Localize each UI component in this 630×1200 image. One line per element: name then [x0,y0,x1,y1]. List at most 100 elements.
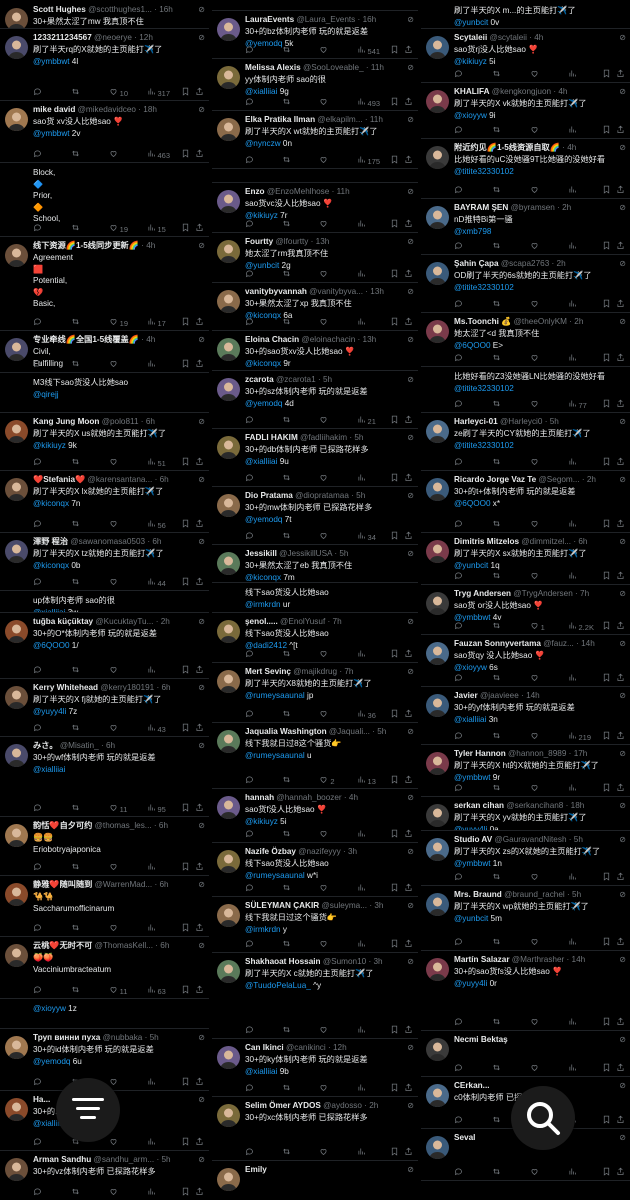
display-name[interactable]: 线下资源🌈1-5线同步更新🌈 [33,241,139,250]
grok-icon[interactable]: ⊘ [619,889,626,900]
reply-button[interactable] [454,457,465,468]
like-button[interactable] [319,649,330,660]
user-handle[interactable]: @kerry180191 [100,683,154,692]
bookmark-button[interactable] [602,872,611,883]
reply-button[interactable] [454,185,465,196]
tweet-card[interactable]: Mrs. Braund @braund_rachel · 5h ⊘ 刷了半天的X w… [421,885,630,951]
user-handle[interactable]: @scapa2763 [501,259,549,268]
views-button[interactable]: 463 [147,149,170,160]
like-button[interactable] [530,457,541,468]
timestamp[interactable]: 6h [159,821,168,830]
like-button[interactable] [530,1017,541,1028]
views-button[interactable]: 34 [357,531,376,542]
avatar[interactable] [5,1158,28,1181]
retweet-button[interactable] [282,473,293,484]
reply-button[interactable] [454,872,465,883]
share-button[interactable] [404,829,413,840]
bookmark-button[interactable] [602,353,611,364]
reply-button[interactable] [245,219,256,230]
like-button[interactable]: 10 [109,87,128,98]
avatar[interactable] [217,1046,240,1069]
display-name[interactable]: Studio AV [454,835,492,844]
timestamp[interactable]: 16h [363,15,377,24]
avatar[interactable] [217,1104,240,1127]
tweet-card[interactable]: Dimitris Mitzelos @dimmitzel... · 6h ⊘ 刷了半… [421,532,630,585]
tweet-card[interactable]: Eloina Chacin @eloinachacin · 13h ⊘ 30+的sa… [212,330,418,371]
reply-button[interactable] [33,223,44,234]
reply-button[interactable] [33,1137,44,1148]
share-button[interactable] [616,1063,625,1074]
tweet-card[interactable]: Harleyci-01 @Harleyci0 · 5h ⊘ ze刷了半天的CY就她的… [421,412,630,471]
views-button[interactable]: 21 [357,415,376,426]
reply-button[interactable] [454,1017,465,1028]
reply-button[interactable] [454,299,465,310]
tweet-card[interactable]: up体制内老师 sao的很 @xialliiai 3w [0,590,209,613]
tweet-card[interactable]: serkan cihan @serkancihan8 · 18h ⊘ 刷了半天的X … [421,796,630,831]
reply-button[interactable] [245,531,256,542]
share-button[interactable] [195,457,204,468]
bookmark-button[interactable] [602,1167,611,1178]
tweet-card[interactable]: şenol..... @EnolYusuf · 7h ⊘ 线下sao货没人比她sao… [212,612,418,663]
display-name[interactable]: Mrs. Braund [454,890,502,899]
reply-button[interactable] [33,317,44,328]
display-name[interactable]: Mert Sevinç [245,667,291,676]
reply-button[interactable] [245,97,256,108]
tweet-card[interactable]: Nazife Özbay @nazifeyyy · 3h ⊘ 线下sao货没人比她s… [212,842,418,897]
display-name[interactable]: şenol..... [245,617,278,626]
grok-icon[interactable]: ⊘ [619,536,626,547]
bookmark-button[interactable] [390,531,399,542]
reply-button[interactable] [33,985,44,996]
like-button[interactable] [109,862,120,873]
mention-link[interactable]: @irmkrdn [245,925,281,934]
retweet-button[interactable] [492,353,503,364]
bookmark-button[interactable] [181,577,190,588]
views-button[interactable] [568,937,579,948]
timestamp[interactable]: 4h [146,241,155,250]
bookmark-button[interactable] [602,1115,611,1126]
user-handle[interactable]: @eloinachacin [301,335,355,344]
timestamp[interactable]: 2h [587,475,596,484]
grok-icon[interactable]: ⊘ [619,142,626,153]
display-name[interactable]: 1233211234567 [33,33,92,42]
mention-link[interactable]: @xmb798 [454,227,491,236]
mention-link[interactable]: @xioyyw [454,111,487,120]
retweet-button[interactable] [492,457,503,468]
mention-link[interactable]: @xialliiai [454,715,486,724]
display-name[interactable]: BAYRAM ŞEN [454,203,508,212]
views-button[interactable]: 17 [147,317,166,328]
display-name[interactable]: Scytaleii [454,33,487,42]
avatar[interactable] [217,240,240,263]
grok-icon[interactable]: ⊘ [407,616,414,627]
like-button[interactable] [319,473,330,484]
reply-button[interactable] [454,673,465,684]
views-button[interactable]: 63 [147,985,166,996]
tweet-card[interactable]: Necmi Bektaş ⊘ [421,1030,630,1077]
user-handle[interactable]: @diopratamaa [295,491,349,500]
like-button[interactable] [109,665,120,676]
tweet-card[interactable]: tuğba küçüktay @KucuktayTu... · 2h ⊘ 30+的O… [0,612,209,679]
display-name[interactable]: mike david [33,105,75,114]
retweet-button[interactable] [71,149,82,160]
bookmark-button[interactable] [602,519,611,530]
avatar[interactable] [5,36,28,59]
share-button[interactable] [195,985,204,996]
views-button[interactable] [357,219,368,230]
tweet-card[interactable]: Tyler Hannon @hannon_8989 · 17h ⊘ 刷了半天的X h… [421,744,630,797]
display-name[interactable]: Arman Sandhu [33,1155,91,1164]
like-button[interactable]: 19 [109,317,128,328]
tweet-card[interactable]: Jessikill @JessikillUSA · 5h ⊘ 30+果然太涩了eb … [212,544,418,583]
tweet-card[interactable]: BAYRAM ŞEN @byramsen · 2h ⊘ nD推特Bi第一骚 @xmb7… [421,198,630,255]
tweet-card[interactable]: FADLI HAKIM @fadliihakim · 5h ⊘ 30+的db体制内老… [212,428,418,487]
reply-button[interactable] [454,937,465,948]
bookmark-button[interactable] [602,1017,611,1028]
views-button[interactable] [357,473,368,484]
like-button[interactable] [319,219,330,230]
grok-icon[interactable]: ⊘ [198,32,205,43]
like-button[interactable] [319,709,330,720]
timestamp[interactable]: 13h [370,287,384,296]
tweet-card[interactable]: みさ。 @Misatin_ · 6h ⊘ 30+的wf体制内老师 玩的就是返差 @xi… [0,736,209,817]
avatar[interactable] [5,244,28,267]
like-button[interactable] [530,125,541,136]
bookmark-button[interactable] [181,359,190,370]
views-button[interactable] [568,69,579,80]
